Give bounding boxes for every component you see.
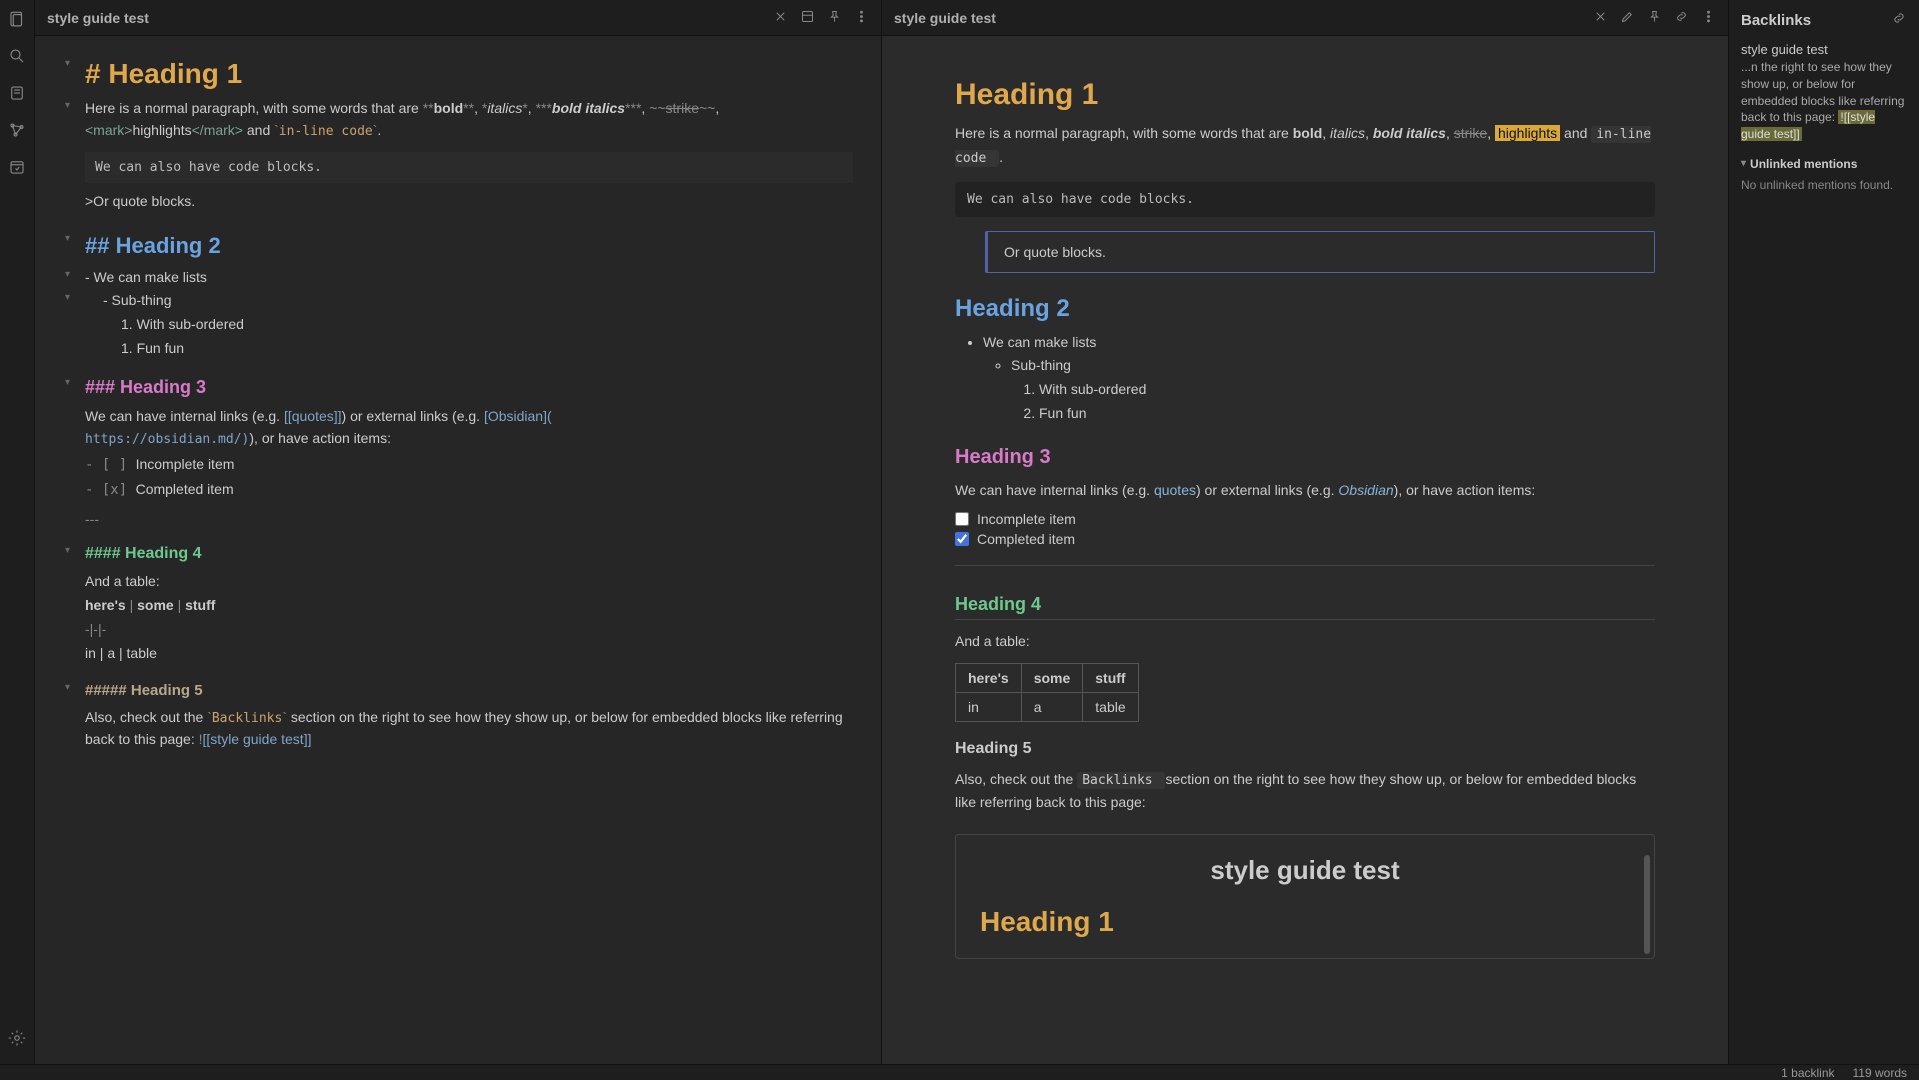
fold-icon[interactable]: ▾ [65,58,70,69]
fold-icon[interactable]: ▾ [65,233,70,244]
fold-icon[interactable]: ▾ [65,267,70,283]
h3: Heading 3 [955,446,1655,469]
graph-icon[interactable] [8,121,26,142]
sidebar-title: Backlinks [1741,10,1907,30]
preview-icon[interactable] [800,9,815,27]
list-item: We can make lists [983,331,1655,355]
h5-source: ##### Heading 5 [85,682,853,699]
source-pane: style guide test ▾ # Heading 1 ▾Here is a… [35,0,882,1064]
h1: Heading 1 [955,78,1655,112]
internal-link[interactable]: quotes [1154,482,1196,498]
task-item[interactable]: Incomplete item [955,511,1655,527]
h5: Heading 5 [955,740,1655,758]
close-icon[interactable] [1593,9,1608,27]
task-list: Incomplete item Completed item [955,511,1655,547]
backlink-item[interactable]: style guide test [1741,42,1907,57]
list: We can make lists Sub-thing With sub-ord… [955,331,1655,426]
search-icon[interactable] [8,47,26,68]
preview-titlebar: style guide test [882,0,1728,36]
h4: Heading 4 [955,594,1655,620]
checkbox[interactable] [955,512,969,526]
fold-icon[interactable]: ▾ [65,377,70,388]
codeblock: We can also have code blocks. [955,182,1655,217]
list-item: Fun fun [1039,402,1655,426]
more-icon[interactable] [1701,9,1716,27]
fold-icon[interactable]: ▾ [65,98,70,114]
backlink-snippet[interactable]: ...n the right to see how they show up, … [1741,59,1907,143]
scrollbar[interactable] [1644,855,1650,954]
blockquote: Or quote blocks. [985,231,1655,273]
embed-title: style guide test [980,855,1630,886]
ribbon [0,0,35,1064]
backlinks-sidebar: Backlinks style guide test ...n the righ… [1729,0,1919,1064]
h2: Heading 2 [955,295,1655,323]
para-source: ▾Here is a normal paragraph, with some w… [85,98,853,142]
h1-source: # Heading 1 [85,58,853,90]
link-icon[interactable] [1891,10,1907,30]
external-link[interactable]: Obsidian [1338,482,1393,498]
list-item: Sub-thing [1011,354,1655,378]
source-title: style guide test [47,10,773,26]
checkbox[interactable] [955,532,969,546]
source-content[interactable]: ▾ # Heading 1 ▾Here is a normal paragraph… [35,36,881,1064]
preview-pane: style guide test Heading 1 Here is a nor… [882,0,1729,1064]
unlinked-section[interactable]: Unlinked mentions [1741,157,1907,171]
table: here'ssomestuff inatable [955,663,1139,722]
link-icon[interactable] [1674,9,1689,27]
list-item: With sub-ordered [1039,378,1655,402]
close-icon[interactable] [773,9,788,27]
daily-icon[interactable] [8,158,26,179]
fold-icon[interactable]: ▾ [65,682,70,693]
pin-icon[interactable] [1647,9,1662,27]
fold-icon[interactable]: ▾ [65,545,70,556]
unlinked-empty: No unlinked mentions found. [1741,177,1907,194]
task-item[interactable]: Completed item [955,531,1655,547]
pin-icon[interactable] [827,9,842,27]
note-icon[interactable] [8,84,26,105]
settings-icon[interactable] [8,1029,26,1050]
fold-icon[interactable]: ▾ [65,290,70,306]
more-icon[interactable] [854,9,869,27]
files-icon[interactable] [8,10,26,31]
backlink-count[interactable]: 1 backlink [1781,1066,1834,1080]
status-bar: 1 backlink 119 words [0,1064,1919,1080]
preview-content[interactable]: Heading 1 Here is a normal paragraph, wi… [882,36,1728,1064]
codeblock-source: We can also have code blocks. [85,152,853,183]
embed-block[interactable]: style guide test Heading 1 [955,834,1655,959]
preview-title: style guide test [894,10,1593,26]
source-titlebar: style guide test [35,0,881,36]
quote-source: >Or quote blocks. [85,191,853,213]
h3-source: ### Heading 3 [85,377,853,398]
paragraph: Here is a normal paragraph, with some wo… [955,122,1655,170]
word-count[interactable]: 119 words [1853,1066,1907,1080]
h2-source: ## Heading 2 [85,233,853,259]
h4-source: #### Heading 4 [85,545,853,563]
edit-icon[interactable] [1620,9,1635,27]
embed-h1: Heading 1 [980,906,1630,938]
